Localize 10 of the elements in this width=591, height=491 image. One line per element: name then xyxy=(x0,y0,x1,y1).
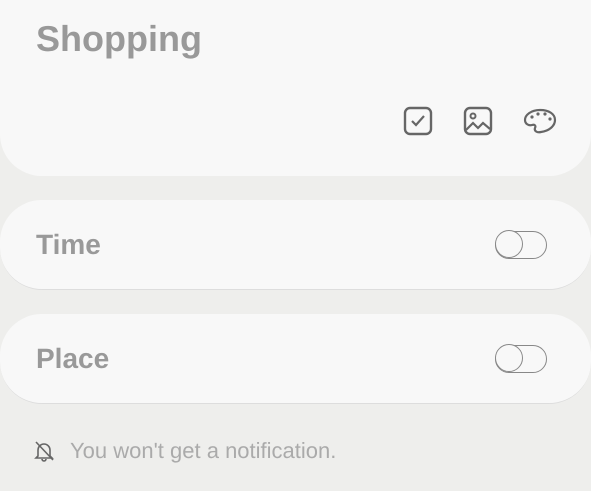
toggle-switch[interactable] xyxy=(495,230,547,258)
toggle-switch[interactable] xyxy=(495,344,547,372)
notification-text: You won't get a notification. xyxy=(70,438,336,464)
bell-off-icon xyxy=(34,440,54,462)
note-title[interactable]: Shopping xyxy=(36,18,557,60)
image-icon[interactable] xyxy=(463,106,493,136)
reminder-label: Place xyxy=(36,342,110,374)
checkbox-icon[interactable] xyxy=(403,106,433,136)
palette-icon[interactable] xyxy=(523,108,557,134)
reminder-label: Time xyxy=(36,228,101,260)
